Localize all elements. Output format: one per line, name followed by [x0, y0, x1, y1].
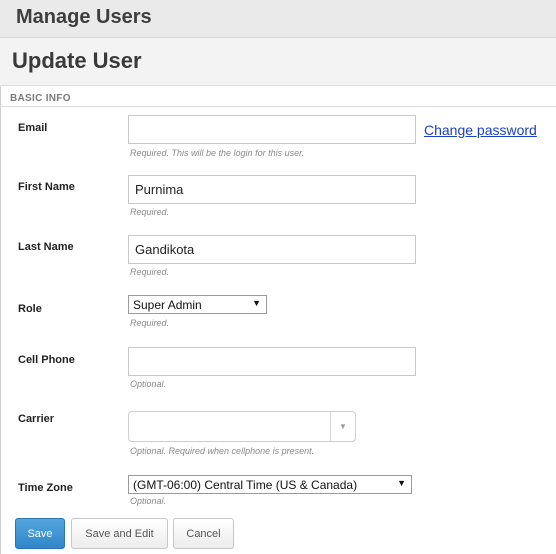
page-header-title: Manage Users — [16, 6, 152, 28]
last-name-field[interactable] — [128, 235, 416, 264]
carrier-select[interactable]: ▼ — [128, 411, 356, 442]
page-header: Manage Users — [0, 0, 556, 38]
caret-down-icon: ▼ — [252, 298, 261, 308]
carrier-label: Carrier — [18, 413, 55, 425]
role-label: Role — [18, 303, 42, 315]
time-zone-hint: Optional. — [130, 496, 167, 506]
save-and-edit-button[interactable]: Save and Edit — [71, 518, 168, 549]
cell-phone-label: Cell Phone — [18, 354, 75, 366]
carrier-hint: Optional. Required when cellphone is pre… — [130, 446, 315, 456]
carrier-dropdown-toggle[interactable]: ▼ — [330, 412, 355, 441]
change-password-link[interactable]: Change password — [424, 122, 537, 138]
first-name-hint: Required. — [130, 207, 170, 217]
email-hint: Required. This will be the login for thi… — [130, 148, 305, 158]
role-select[interactable]: Super Admin ▼ — [128, 295, 267, 314]
form-header: Update User — [0, 38, 556, 86]
cell-phone-hint: Optional. — [130, 379, 167, 389]
time-zone-select[interactable]: (GMT-06:00) Central Time (US & Canada) ▼ — [128, 475, 412, 494]
email-label: Email — [18, 122, 48, 134]
section-divider — [0, 106, 556, 107]
caret-down-icon: ▼ — [339, 422, 347, 431]
section-label-basic-info: BASIC INFO — [10, 93, 71, 104]
last-name-label: Last Name — [18, 241, 74, 253]
time-zone-selected-value: (GMT-06:00) Central Time (US & Canada) — [133, 477, 358, 492]
cell-phone-field[interactable] — [128, 347, 416, 376]
form-title: Update User — [12, 48, 142, 73]
last-name-hint: Required. — [130, 267, 170, 277]
email-field[interactable] — [128, 115, 416, 144]
first-name-field[interactable] — [128, 175, 416, 204]
time-zone-label: Time Zone — [18, 482, 73, 494]
caret-down-icon: ▼ — [397, 478, 406, 488]
save-button[interactable]: Save — [15, 518, 65, 549]
first-name-label: First Name — [18, 181, 75, 193]
cancel-button[interactable]: Cancel — [173, 518, 234, 549]
role-hint: Required. — [130, 318, 170, 328]
role-selected-value: Super Admin — [133, 297, 202, 312]
